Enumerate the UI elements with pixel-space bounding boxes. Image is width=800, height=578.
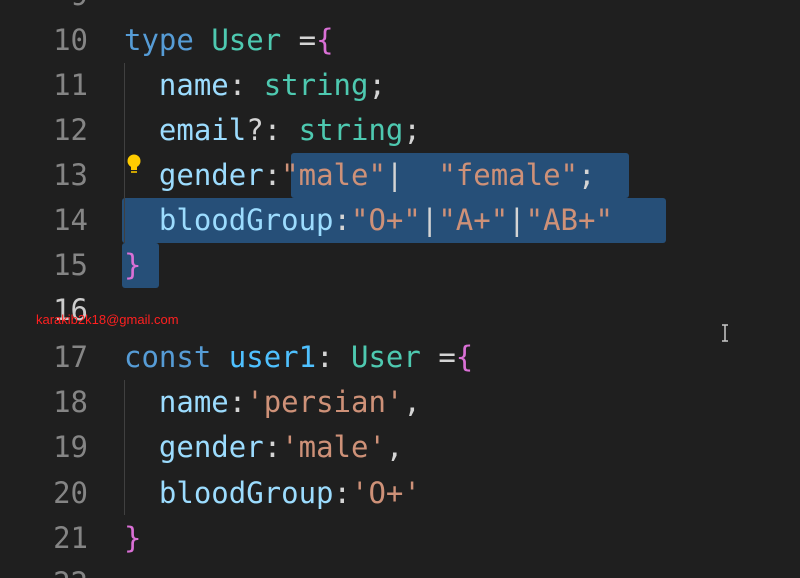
code-line[interactable]: 12 email?: string; [0, 108, 800, 153]
property-token: gender [158, 158, 264, 192]
code-line[interactable]: 13 gender:"male"| "female"; [0, 153, 800, 198]
string-token: "female" [438, 158, 578, 192]
punctuation-token: : [316, 340, 352, 374]
code-text: email?: string; [124, 108, 421, 153]
keyword-token: const [124, 340, 212, 374]
code-line[interactable]: 10 type User ={ [0, 18, 800, 63]
line-number: 12 [53, 113, 88, 147]
string-token: "A+" [438, 203, 509, 237]
line-number: 19 [53, 430, 88, 464]
watermark-text: karakib2k18@gmail.com [36, 312, 179, 327]
code-text: const user1: User ={ [124, 335, 473, 380]
punctuation-token: : [228, 385, 247, 419]
string-token: "AB+" [525, 203, 613, 237]
punctuation-token: ; [578, 158, 596, 192]
line-number: 22 [0, 561, 88, 578]
keyword-token: type [124, 23, 194, 57]
bracket-token: } [124, 248, 142, 282]
variable-token: user1 [228, 340, 317, 374]
type-token: User [351, 340, 421, 374]
code-line[interactable]: 11 name: string; [0, 63, 800, 108]
code-editor[interactable]: 9 10 type User ={ 11 name: string; 12 em… [0, 0, 800, 578]
code-text: type User ={ [124, 18, 334, 63]
string-token: 'persian' [246, 385, 404, 419]
code-text: bloodGroup:'O+' [124, 471, 421, 516]
line-number: 13 [53, 158, 88, 192]
line-number: 17 [53, 340, 88, 374]
code-text: gender:"male"| "female"; [124, 153, 596, 198]
union-operator-token: | [420, 203, 439, 237]
property-token: email [158, 113, 247, 147]
bracket-token: { [455, 340, 474, 374]
property-token: name [158, 385, 229, 419]
type-token: User [211, 23, 282, 57]
code-line[interactable]: 15 } [0, 243, 800, 288]
type-token: string [298, 113, 404, 147]
line-number: 11 [53, 68, 88, 102]
property-token: gender [158, 430, 264, 464]
bracket-token: { [316, 23, 334, 57]
bracket-token: } [124, 521, 142, 555]
punctuation-token: : [333, 476, 351, 510]
property-token: bloodGroup [158, 476, 334, 510]
punctuation-token: : [228, 68, 264, 102]
code-text: } [124, 243, 141, 288]
lightbulb-icon[interactable] [126, 154, 142, 176]
operator-token: = [420, 340, 456, 374]
code-line[interactable]: 18 name:'persian', [0, 380, 800, 425]
operator-token: = [281, 23, 317, 57]
punctuation-token: : [263, 430, 282, 464]
type-token: string [263, 68, 369, 102]
string-token: 'male' [281, 430, 386, 464]
punctuation-token: : [263, 158, 282, 192]
union-operator-token: | [508, 203, 526, 237]
line-number: 14 [53, 203, 88, 237]
punctuation-token: ; [368, 68, 386, 102]
code-line[interactable]: 21 } [0, 516, 800, 561]
line-number: 10 [53, 23, 88, 57]
code-text: name:'persian', [124, 380, 421, 425]
string-token: 'O+' [351, 476, 421, 510]
string-token: "O+" [351, 203, 421, 237]
punctuation-token: , [403, 385, 421, 419]
punctuation-token: ?: [246, 113, 299, 147]
line-number: 21 [53, 521, 88, 555]
code-line[interactable]: 14 bloodGroup:"O+"|"A+"|"AB+" [0, 198, 800, 243]
property-token: bloodGroup [158, 203, 334, 237]
code-text: name: string; [124, 63, 386, 108]
code-line[interactable]: 20 bloodGroup:'O+' [0, 471, 800, 516]
code-text: gender:'male', [124, 425, 403, 470]
code-line[interactable]: 17 const user1: User ={ [0, 335, 800, 380]
line-number: 15 [53, 248, 88, 282]
line-number: 18 [53, 385, 88, 419]
punctuation-token: ; [403, 113, 421, 147]
string-token: "male" [281, 158, 386, 192]
line-number: 9 [0, 0, 88, 18]
text-cursor-icon [722, 324, 728, 342]
property-token: name [158, 68, 229, 102]
code-line[interactable]: 9 [0, 0, 800, 18]
line-number: 20 [53, 476, 88, 510]
code-line[interactable]: 19 gender:'male', [0, 425, 800, 470]
code-line[interactable]: 22 [0, 561, 800, 578]
union-operator-token: | [385, 158, 439, 192]
punctuation-token: , [385, 430, 404, 464]
code-text: bloodGroup:"O+"|"A+"|"AB+" [124, 198, 613, 243]
punctuation-token: : [333, 203, 351, 237]
code-text: } [124, 516, 141, 561]
